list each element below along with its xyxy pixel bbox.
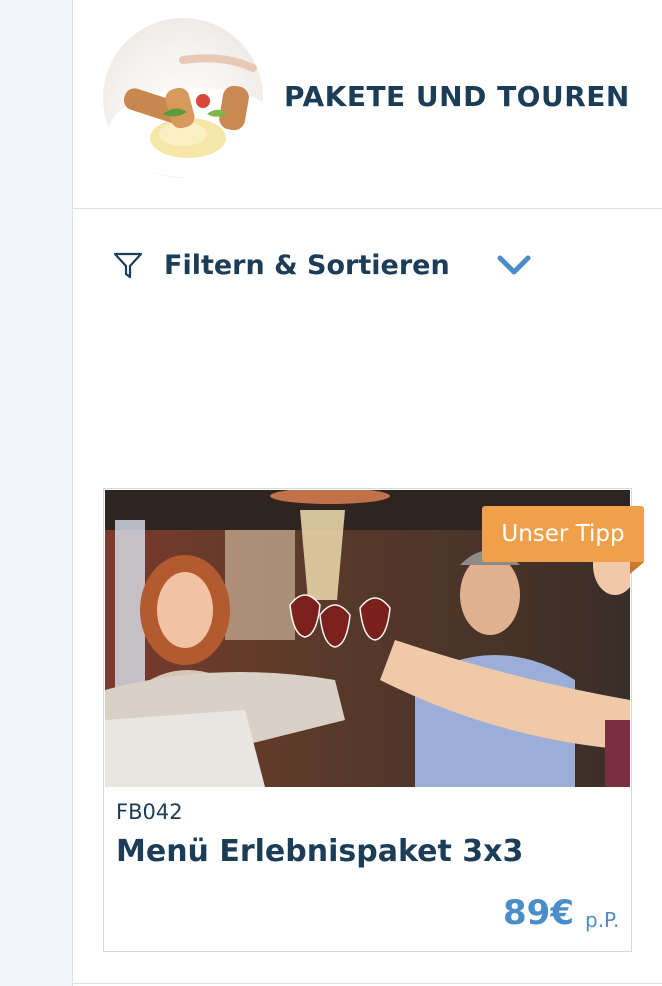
filter-sort-toggle[interactable]: Filtern & Sortieren [112,245,542,285]
package-price: 89€ [503,893,574,933]
filter-sort-label: Filtern & Sortieren [164,249,450,281]
food-plate-icon [108,54,263,178]
category-avatar [103,18,263,178]
package-price-unit: p.P. [585,908,620,932]
package-code: FB042 [116,800,183,824]
tip-badge-fold [630,562,644,574]
divider [73,983,662,984]
chevron-down-icon[interactable] [496,251,532,279]
page-title: PAKETE UND TOUREN [284,80,630,113]
funnel-icon [113,252,143,279]
left-rail [0,0,73,986]
tip-badge: Unser Tipp [482,506,644,562]
package-title[interactable]: Menü Erlebnispaket 3x3 [116,834,523,869]
